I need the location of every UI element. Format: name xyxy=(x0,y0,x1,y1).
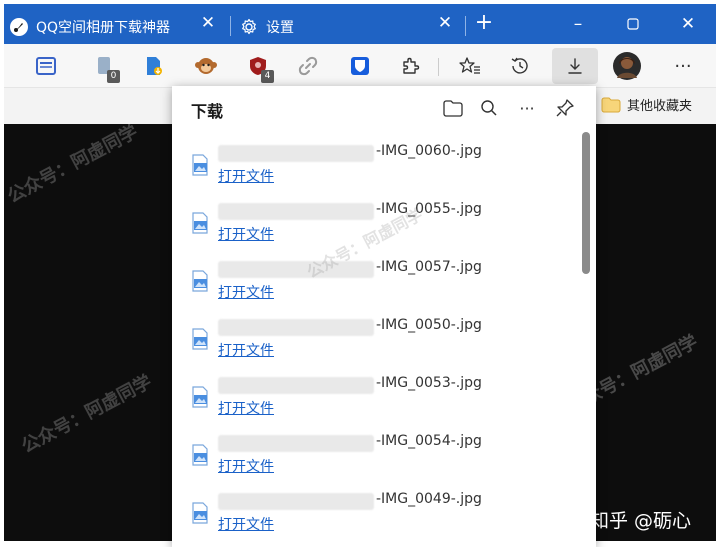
app-logo-icon xyxy=(10,18,28,36)
blurred-filename xyxy=(218,261,374,278)
tab-qq-album[interactable]: QQ空间相册下载神器 xyxy=(10,10,220,44)
open-file-link[interactable]: 打开文件 xyxy=(218,224,274,244)
toolbar-divider xyxy=(438,58,439,76)
image-file-icon xyxy=(192,328,208,350)
other-favorites-label: 其他收藏夹 xyxy=(627,99,693,114)
search-icon[interactable] xyxy=(476,95,502,121)
pin-icon[interactable] xyxy=(552,95,578,121)
tab-close-button[interactable]: ✕ xyxy=(434,12,456,34)
favorites-icon[interactable] xyxy=(456,52,484,80)
image-file-icon xyxy=(192,154,208,176)
tab-divider xyxy=(230,16,231,36)
file-name: -IMG_0060-.jpg xyxy=(376,143,482,159)
reading-view-icon[interactable] xyxy=(32,52,60,80)
file-name: -IMG_0053-.jpg xyxy=(376,375,482,391)
download-item[interactable]: -IMG_0057-.jpg 打开文件 xyxy=(172,256,580,314)
open-file-link[interactable]: 打开文件 xyxy=(218,456,274,476)
download-icon[interactable] xyxy=(561,52,589,80)
tab-divider xyxy=(465,16,466,36)
minimize-icon[interactable]: – xyxy=(558,10,598,38)
other-favorites-folder[interactable]: 其他收藏夹 xyxy=(601,95,692,114)
open-file-link[interactable]: 打开文件 xyxy=(218,282,274,302)
file-name: -IMG_0050-.jpg xyxy=(376,317,482,333)
extension-a-icon[interactable]: 0 xyxy=(90,52,120,83)
blurred-filename xyxy=(218,377,374,394)
image-file-icon xyxy=(192,444,208,466)
download-item[interactable]: -IMG_0060-.jpg 打开文件 xyxy=(172,140,580,198)
link-icon[interactable] xyxy=(294,52,322,80)
extension-badge: 4 xyxy=(261,70,274,83)
download-item[interactable]: -IMG_0054-.jpg 打开文件 xyxy=(172,430,580,488)
download-extension-icon[interactable] xyxy=(140,52,168,80)
tab-title: QQ空间相册下载神器 xyxy=(36,20,171,36)
more-icon[interactable]: ··· xyxy=(514,95,540,121)
extension-badge: 0 xyxy=(107,70,120,83)
tab-settings[interactable]: 设置 xyxy=(240,10,460,44)
browser-window: QQ空间相册下载神器 ✕ 设置 ✕ + – ✕ 0 4 ··· 其他收藏夹 公众… xyxy=(0,0,720,547)
profile-avatar[interactable] xyxy=(612,51,642,81)
blurred-filename xyxy=(218,203,374,220)
folder-icon xyxy=(601,97,621,112)
tab-title: 设置 xyxy=(266,20,294,36)
footer-credit: 知乎 @砺心 xyxy=(590,510,692,532)
file-name: -IMG_0049-.jpg xyxy=(376,491,482,507)
downloads-title: 下载 xyxy=(191,102,224,121)
blurred-filename xyxy=(218,493,374,510)
download-item[interactable]: -IMG_0049-.jpg 打开文件 xyxy=(172,488,580,546)
file-name: -IMG_0054-.jpg xyxy=(376,433,482,449)
open-file-link[interactable]: 打开文件 xyxy=(218,340,274,360)
blurred-filename xyxy=(218,435,374,452)
open-file-link[interactable]: 打开文件 xyxy=(218,166,274,186)
bitwarden-icon[interactable] xyxy=(346,52,374,80)
download-item[interactable]: -IMG_0053-.jpg 打开文件 xyxy=(172,372,580,430)
image-file-icon xyxy=(192,502,208,524)
monkey-extension-icon[interactable] xyxy=(192,52,220,80)
folder-icon[interactable] xyxy=(440,95,466,121)
open-file-link[interactable]: 打开文件 xyxy=(218,398,274,418)
close-icon[interactable]: ✕ xyxy=(668,10,708,38)
puzzle-icon[interactable] xyxy=(396,52,424,80)
toolbar: 0 4 ··· xyxy=(4,44,716,88)
image-file-icon xyxy=(192,270,208,292)
blurred-filename xyxy=(218,319,374,336)
tab-bar: QQ空间相册下载神器 ✕ 设置 ✕ + – ✕ xyxy=(4,4,716,44)
panel-scrollbar[interactable] xyxy=(582,132,590,274)
open-file-link[interactable]: 打开文件 xyxy=(218,514,274,534)
file-name: -IMG_0057-.jpg xyxy=(376,259,482,275)
gear-icon xyxy=(240,18,258,36)
downloads-header: 下载 ··· xyxy=(172,86,596,130)
blurred-filename xyxy=(218,145,374,162)
plus-icon[interactable]: + xyxy=(473,12,495,34)
image-file-icon xyxy=(192,212,208,234)
tab-close-button[interactable]: ✕ xyxy=(197,12,219,34)
history-icon[interactable] xyxy=(506,52,534,80)
download-item[interactable]: -IMG_0050-.jpg 打开文件 xyxy=(172,314,580,372)
more-icon[interactable]: ··· xyxy=(669,52,697,80)
shield-extension-icon[interactable]: 4 xyxy=(244,52,274,83)
image-file-icon xyxy=(192,386,208,408)
maximize-icon[interactable] xyxy=(613,10,653,38)
